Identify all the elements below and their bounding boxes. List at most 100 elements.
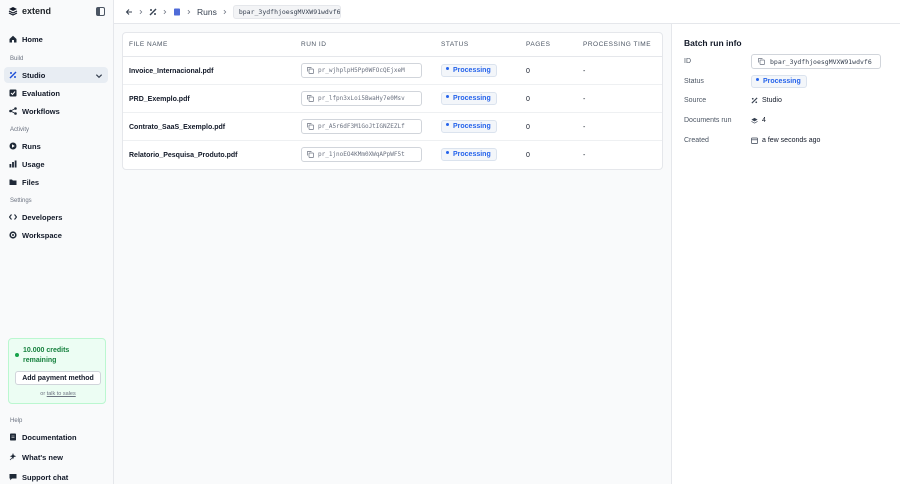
source-value[interactable]: Studio [751,97,782,104]
workspace-icon [9,231,17,239]
sidebar-item-support-chat[interactable]: Support chat [4,469,108,484]
status-badge: Processing [441,120,497,133]
sidebar-item-home[interactable]: Home [4,31,108,47]
file-name: Invoice_Internacional.pdf [129,68,214,75]
whats-new-icon [9,453,17,461]
studio-icon [9,71,17,79]
run-id-copy-field[interactable]: pr_lfpn3xLoi5BwaHy7e0Msv [301,91,422,106]
copy-icon [307,151,314,158]
run-id: pr_lfpn3xLoi5BwaHy7e0Msv [318,95,405,102]
credits-card: 10.000 credits remaining Add payment met… [8,338,106,404]
studio-icon [751,97,758,104]
column-header-file-name: FILE NAME [129,41,168,48]
sidebar-item-label: Files [22,177,40,187]
status-label: Status [684,78,704,85]
documentation-icon [10,433,16,441]
sidebar-item-label: Home [22,34,43,44]
credits-status-dot [15,353,19,357]
sidebar-item-developers[interactable]: Developers [4,209,108,225]
source-text: Studio [762,97,782,104]
status-text: Processing [763,78,801,85]
sidebar-toggle-icon[interactable] [96,7,105,16]
pages-count: 0 [526,152,530,159]
copy-icon [307,67,314,74]
run-id: pr_A5r6dF3M1GoJtIGNZEZLf [318,123,405,130]
created-text: a few seconds ago [762,137,821,144]
sidebar-item-label: Documentation [22,432,77,442]
runs-icon [9,142,17,150]
calendar-icon [751,137,758,144]
loading-spinner-icon [446,151,449,154]
status-badge: Processing [441,64,497,77]
evaluation-icon [9,89,17,97]
copy-icon [307,95,314,102]
talk-to-sales-link[interactable]: talk to sales [47,391,76,397]
batch-id-copy-field[interactable]: bpar_3ydfhjoesgMVXW91wdvf6 [751,54,881,69]
id-label: ID [684,58,691,65]
loading-spinner-icon [446,95,449,98]
chevron-right-icon [223,9,227,14]
documents-run-value: 4 [751,117,766,124]
sidebar-item-documentation[interactable]: Documentation [4,429,108,445]
breadcrumb-batch-id[interactable]: bpar_3ydfhjoesgMVXW91wdvf6 [232,4,341,19]
sidebar-item-label: Usage [22,159,45,169]
loading-spinner-icon [446,67,449,70]
pages-count: 0 [526,124,530,131]
status-badge: Processing [441,92,497,105]
sidebar-item-label: Workflows [22,106,60,116]
table-row[interactable]: Invoice_Internacional.pdf pr_wjhplpH5Pp0… [123,57,662,85]
layers-icon [751,117,758,124]
studio-icon[interactable] [149,8,157,16]
brand-logo[interactable]: extend [8,6,51,16]
processing-time: - [583,124,586,131]
loading-spinner-icon [756,78,759,81]
breadcrumb: Runs bpar_3ydfhjoesgMVXW91wdvf6 [114,0,900,24]
table-row[interactable]: Contrato_SaaS_Exemplo.pdf pr_A5r6dF3M1Go… [123,113,662,141]
run-id-copy-field[interactable]: pr_wjhplpH5Pp0WFOcQEjxeM [301,63,422,78]
sidebar-item-files[interactable]: Files [4,174,108,190]
table-row[interactable]: Relatorio_Pesquisa_Produto.pdf pr_1jnoEO… [123,141,662,169]
sales-or-text: or [40,391,46,397]
table-row[interactable]: PRD_Exemplo.pdf pr_lfpn3xLoi5BwaHy7e0Msv… [123,85,662,113]
document-icon[interactable] [173,8,181,16]
home-icon [9,35,17,43]
breadcrumb-runs[interactable]: Runs [197,7,217,17]
run-id: pr_1jnoEO4KMm0XWqAPpWF5t [318,151,405,158]
run-id-copy-field[interactable]: pr_A5r6dF3M1GoJtIGNZEZLf [301,119,422,134]
batch-run-info-panel: Batch run info ID bpar_3ydfhjoesgMVXW91w… [671,24,900,484]
copy-icon [758,58,765,65]
status-text: Processing [453,123,491,130]
sidebar-item-label: What's new [22,452,63,462]
workflows-icon [9,107,17,115]
pages-count: 0 [526,96,530,103]
sidebar-item-label: Evaluation [22,88,60,98]
chevron-right-icon [163,9,167,14]
file-name: PRD_Exemplo.pdf [129,96,190,103]
chevron-right-icon [139,9,143,14]
status-badge: Processing [441,148,497,161]
credits-remaining: 10.000 credits remaining [23,347,70,364]
processing-time: - [583,152,586,159]
sidebar-item-evaluation[interactable]: Evaluation [4,85,108,101]
sidebar-item-runs[interactable]: Runs [4,138,108,154]
sidebar-item-workspace[interactable]: Workspace [4,227,108,243]
talk-to-sales: or talk to sales [9,391,107,397]
section-label-help: Help [10,418,23,424]
add-payment-method-button[interactable]: Add payment method [15,371,101,385]
sidebar-item-studio[interactable]: Studio [4,67,108,83]
run-id-copy-field[interactable]: pr_1jnoEO4KMm0XWqAPpWF5t [301,147,422,162]
sidebar-item-label: Studio [22,70,46,80]
section-label-activity: Activity [10,127,30,133]
sidebar-item-whats-new[interactable]: What's new [4,449,108,465]
runs-table: FILE NAME RUN ID STATUS PAGES PROCESSING… [122,32,663,170]
back-arrow-icon[interactable] [125,8,133,16]
copy-icon [307,123,314,130]
processing-time: - [583,96,586,103]
processing-time: - [583,68,586,75]
run-id: pr_wjhplpH5Pp0WFOcQEjxeM [318,67,405,74]
sidebar-item-usage[interactable]: Usage [4,156,108,172]
sidebar-item-workflows[interactable]: Workflows [4,103,108,119]
chevron-down-icon[interactable] [95,72,103,80]
support-chat-icon [9,474,17,481]
table-header: FILE NAME RUN ID STATUS PAGES PROCESSING… [123,33,662,57]
